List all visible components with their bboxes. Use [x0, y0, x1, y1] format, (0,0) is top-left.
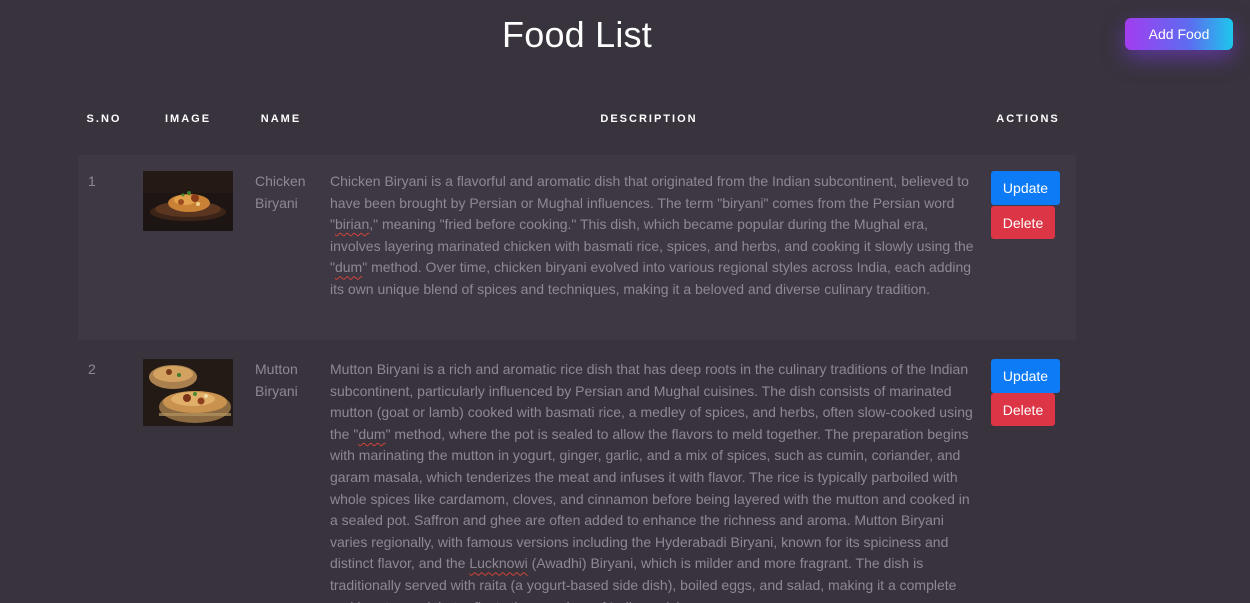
update-button[interactable]: Update — [991, 171, 1060, 205]
table-row: 2 Mutton Biryani Mutton Biryani is a ric… — [78, 342, 1076, 603]
food-name: Chicken Biryani — [255, 173, 306, 211]
table-row: 1 Chicken Biryani Chicken Biryani is a f… — [78, 155, 1076, 340]
food-description: Mutton Biryani is a rich and aromatic ri… — [330, 361, 973, 603]
chicken-biryani-image — [143, 171, 233, 231]
food-list-page: Food List Add Food S.NO IMAGE NAME DESCR… — [0, 0, 1250, 603]
row-serial-number: 1 — [88, 173, 96, 189]
food-name: Mutton Biryani — [255, 361, 298, 399]
page-title: Food List — [502, 14, 652, 55]
food-description: Chicken Biryani is a flavorful and aroma… — [330, 173, 974, 297]
delete-button[interactable]: Delete — [991, 393, 1055, 426]
update-button[interactable]: Update — [991, 359, 1060, 393]
column-header-sno: S.NO — [86, 113, 122, 125]
table-header: S.NO IMAGE NAME DESCRIPTION ACTIONS — [0, 110, 1250, 128]
row-serial-number: 2 — [88, 361, 96, 377]
column-header-name: NAME — [260, 113, 302, 125]
column-header-image: IMAGE — [164, 113, 212, 125]
delete-button[interactable]: Delete — [991, 206, 1055, 239]
mutton-biryani-image — [143, 359, 233, 426]
column-header-description: DESCRIPTION — [600, 113, 698, 125]
add-food-button[interactable]: Add Food — [1125, 18, 1233, 50]
column-header-actions: ACTIONS — [996, 113, 1060, 125]
